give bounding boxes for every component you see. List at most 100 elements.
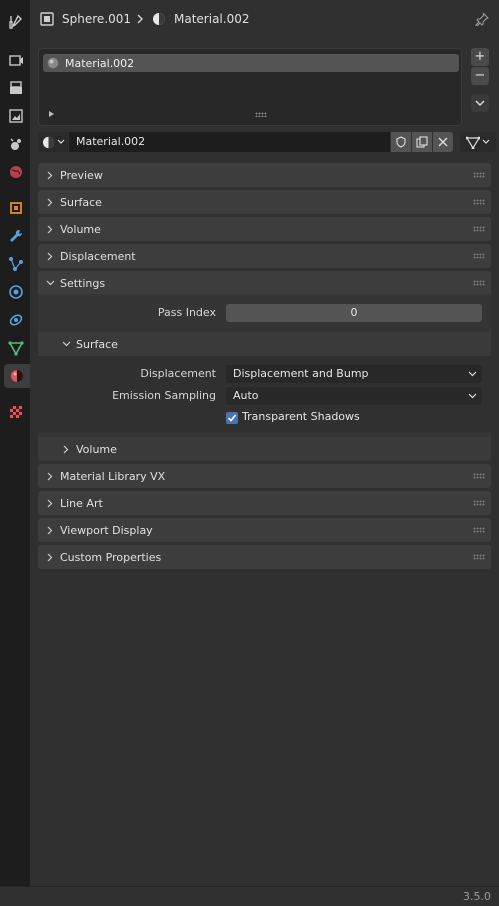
tool-tab[interactable] xyxy=(4,10,28,34)
panel-volume[interactable]: Volume xyxy=(38,217,491,241)
output-icon xyxy=(10,81,22,94)
constraints-tab[interactable] xyxy=(4,308,28,332)
tool-icon xyxy=(9,14,22,29)
fake-user-button[interactable] xyxy=(391,132,411,152)
material-slot-label: Material.002 xyxy=(65,56,135,70)
chevron-right-icon xyxy=(47,472,53,480)
mesh-data-icon xyxy=(8,341,24,356)
drag-grip-icon[interactable] xyxy=(473,253,485,259)
chevron-right-icon xyxy=(47,171,53,179)
chevron-right-icon xyxy=(63,445,69,453)
transparent-shadows-label[interactable]: Transparent Shadows xyxy=(242,410,360,423)
material-name-field[interactable]: Material.002 xyxy=(69,132,390,152)
material-slot-list[interactable]: Material.002 xyxy=(38,48,462,126)
subpanel-label: Volume xyxy=(76,442,117,456)
drag-grip-icon[interactable] xyxy=(473,199,485,205)
add-slot-button[interactable]: + xyxy=(471,48,489,66)
particles-icon xyxy=(9,257,23,271)
drag-grip-icon[interactable] xyxy=(473,500,485,506)
render-icon xyxy=(9,55,23,66)
status-bar: 3.5.0 xyxy=(0,886,499,906)
panel-label: Settings xyxy=(60,276,106,290)
chevron-right-icon xyxy=(137,14,143,24)
modifier-tab[interactable] xyxy=(4,224,28,248)
displacement-method-dropdown[interactable]: Displacement and Bump xyxy=(226,365,482,383)
panel-line-art[interactable]: Line Art xyxy=(38,491,491,515)
chevron-down-icon xyxy=(46,280,54,286)
data-tab[interactable] xyxy=(4,336,28,360)
displacement-method-label: Displacement xyxy=(140,367,216,380)
expand-list-icon[interactable] xyxy=(49,111,54,117)
chevron-right-icon xyxy=(47,553,53,561)
emission-sampling-label: Emission Sampling xyxy=(112,389,216,402)
subpanel-surface[interactable]: Surface xyxy=(38,332,491,356)
emission-sampling-dropdown[interactable]: Auto xyxy=(226,387,482,405)
drag-grip-icon[interactable] xyxy=(473,554,485,560)
chevron-down-icon xyxy=(62,341,70,347)
dropdown-value: Auto xyxy=(233,389,259,402)
drag-grip-icon[interactable] xyxy=(473,527,485,533)
view-layer-tab[interactable] xyxy=(4,104,28,128)
duplicate-material-button[interactable] xyxy=(412,132,432,152)
dropdown-value: Displacement and Bump xyxy=(233,367,369,380)
transparent-shadows-checkbox[interactable] xyxy=(226,412,238,424)
render-tab[interactable] xyxy=(4,48,28,72)
pin-button[interactable] xyxy=(475,12,489,29)
properties-tab-bar xyxy=(0,0,30,886)
panel-label: Line Art xyxy=(60,496,103,510)
view-layer-icon xyxy=(9,109,23,123)
drag-grip-icon[interactable] xyxy=(473,280,485,286)
material-icon xyxy=(153,13,165,25)
chevron-down-icon xyxy=(468,393,477,399)
output-tab[interactable] xyxy=(4,76,28,100)
panel-label: Material Library VX xyxy=(60,469,166,483)
browse-material-button[interactable] xyxy=(38,132,68,152)
world-tab[interactable] xyxy=(4,160,28,184)
wrench-icon xyxy=(10,229,23,242)
chevron-down-icon xyxy=(482,139,490,144)
drag-grip-icon[interactable] xyxy=(473,473,485,479)
panel-label: Viewport Display xyxy=(60,523,153,537)
panel-settings[interactable]: Settings xyxy=(38,271,491,295)
pass-index-field[interactable]: 0 xyxy=(226,304,482,322)
pin-icon xyxy=(475,12,489,27)
panel-displacement[interactable]: Displacement xyxy=(38,244,491,268)
subpanel-volume[interactable]: Volume xyxy=(38,437,491,461)
panel-viewport-display[interactable]: Viewport Display xyxy=(38,518,491,542)
material-icon xyxy=(11,370,23,382)
unlink-material-button[interactable] xyxy=(433,132,453,152)
scene-icon xyxy=(10,138,21,150)
panel-label: Custom Properties xyxy=(60,550,162,564)
duplicate-icon xyxy=(416,136,428,148)
breadcrumb-object: Sphere.001 xyxy=(40,12,131,26)
panel-material-library[interactable]: Material Library VX xyxy=(38,464,491,488)
resize-grip-icon[interactable] xyxy=(255,112,267,117)
object-tab[interactable] xyxy=(4,196,28,220)
subpanel-label: Surface xyxy=(76,337,118,351)
version-label: 3.5.0 xyxy=(463,890,491,903)
object-name: Sphere.001 xyxy=(62,12,131,26)
panel-surface[interactable]: Surface xyxy=(38,190,491,214)
panel-label: Volume xyxy=(60,222,101,236)
object-icon xyxy=(10,202,22,214)
remove-slot-button[interactable]: − xyxy=(471,67,489,85)
slot-specials-button[interactable] xyxy=(471,94,489,112)
drag-grip-icon[interactable] xyxy=(473,226,485,232)
texture-tab[interactable] xyxy=(4,400,28,424)
chevron-down-icon xyxy=(57,139,64,144)
chevron-right-icon xyxy=(47,225,53,233)
node-type-button[interactable] xyxy=(460,132,496,152)
panel-preview[interactable]: Preview xyxy=(38,163,491,187)
material-slot-item[interactable]: Material.002 xyxy=(43,54,459,72)
panel-custom-properties[interactable]: Custom Properties xyxy=(38,545,491,569)
panel-label: Surface xyxy=(60,195,102,209)
breadcrumb: Sphere.001 Material.002 xyxy=(30,0,499,40)
particles-tab[interactable] xyxy=(4,252,28,276)
panel-label: Preview xyxy=(60,168,103,182)
shield-icon xyxy=(396,136,406,148)
scene-tab[interactable] xyxy=(4,132,28,156)
chevron-right-icon xyxy=(47,198,53,206)
material-tab[interactable] xyxy=(4,364,30,388)
physics-tab[interactable] xyxy=(4,280,28,304)
drag-grip-icon[interactable] xyxy=(473,172,485,178)
